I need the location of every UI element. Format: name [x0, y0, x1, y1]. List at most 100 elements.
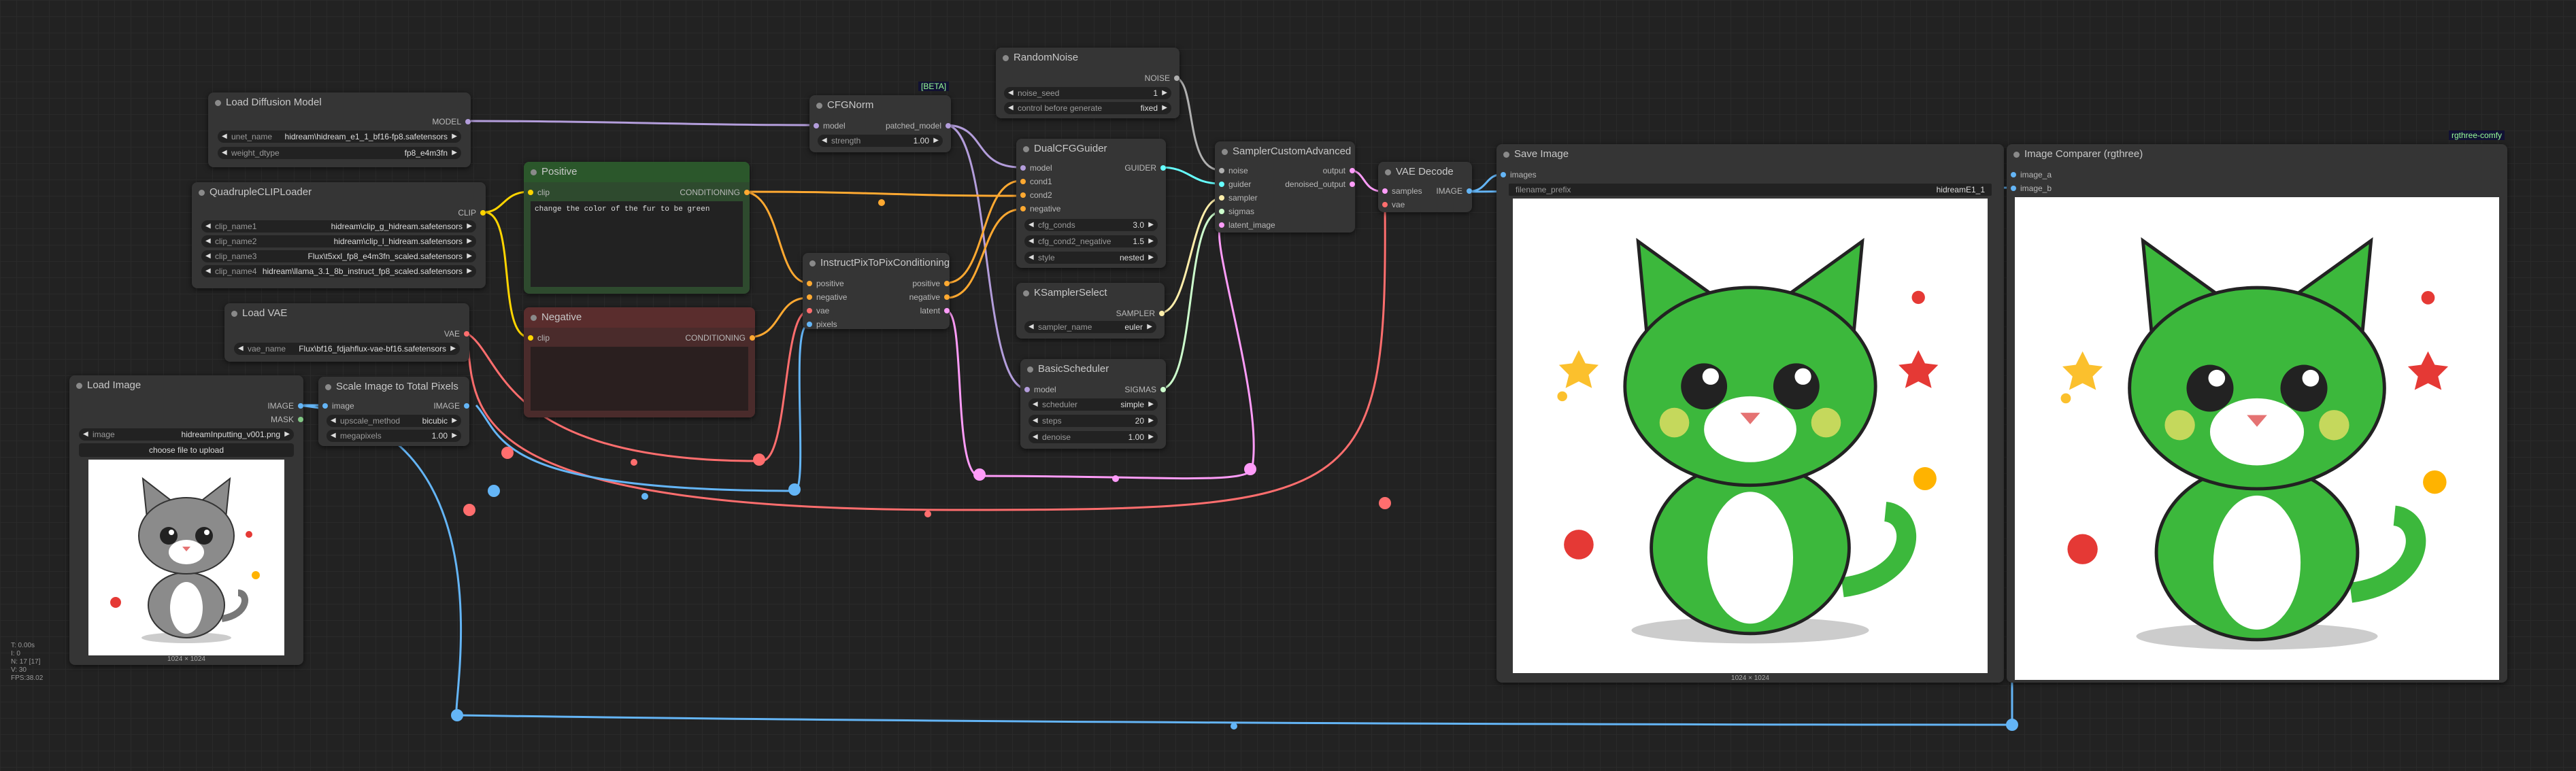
slot-dot[interactable] [1020, 165, 1026, 171]
arrow-right-icon[interactable]: ▶ [1148, 219, 1154, 231]
input-cond2[interactable]: cond2 [1020, 189, 1052, 201]
clip-name1-widget[interactable]: ◀ clip_name1 hidream\clip_g_hidream.safete… [201, 220, 476, 233]
reroute-node[interactable] [973, 468, 986, 481]
reroute-node[interactable] [501, 447, 514, 459]
output-image[interactable]: IMAGE [1436, 185, 1472, 197]
input-image-a[interactable]: image_a [2011, 169, 2052, 181]
collapse-dot[interactable] [1003, 55, 1009, 61]
clip-name2-widget[interactable]: ◀ clip_name2 hidream\clip_l_hidream.safete… [201, 235, 476, 247]
slot-dot[interactable] [528, 335, 533, 341]
reroute-dot[interactable] [924, 511, 931, 517]
slot-dot[interactable] [480, 210, 486, 216]
input-image[interactable]: image [322, 400, 354, 412]
arrow-right-icon[interactable]: ▶ [467, 235, 472, 247]
reroute-dot[interactable] [878, 199, 885, 206]
reroute-node[interactable] [451, 709, 463, 721]
node-title[interactable]: RandomNoise [996, 48, 1180, 68]
slot-dot[interactable] [322, 403, 328, 409]
slot-dot[interactable] [944, 294, 950, 300]
slot-dot[interactable] [1219, 168, 1224, 173]
slot-dot[interactable] [1219, 222, 1224, 228]
clip-name4-widget[interactable]: ◀ clip_name4 hidream\llama_3.1_8b_instruct… [201, 265, 476, 277]
reroute-node[interactable] [788, 483, 801, 496]
collapse-dot[interactable] [816, 103, 822, 109]
arrow-right-icon[interactable]: ▶ [284, 428, 290, 441]
ksampler-select-node[interactable]: KSamplerSelect SAMPLER ◀ sampler_name eule… [1016, 283, 1165, 339]
style-widget[interactable]: ◀ style nested ▶ [1024, 252, 1158, 264]
reroute-node[interactable] [1244, 463, 1256, 475]
slot-dot[interactable] [744, 190, 750, 195]
noise-seed-widget[interactable]: ◀ noise_seed 1 ▶ [1004, 87, 1171, 99]
weight-dtype-widget[interactable]: ◀ weight_dtype fp8_e4m3fn ▶ [218, 147, 461, 159]
node-title[interactable]: VAE Decode [1378, 162, 1472, 182]
arrow-right-icon[interactable]: ▶ [933, 135, 939, 147]
slot-dot[interactable] [1020, 206, 1026, 211]
comparer-image-preview[interactable] [2015, 197, 2499, 680]
arrow-right-icon[interactable]: ▶ [1148, 252, 1154, 264]
arrow-left-icon[interactable]: ◀ [1008, 87, 1014, 99]
denoise-widget[interactable]: ◀ denoise 1.00 ▶ [1028, 431, 1158, 443]
arrow-right-icon[interactable]: ▶ [467, 265, 472, 277]
arrow-right-icon[interactable]: ▶ [1147, 321, 1152, 333]
slot-dot[interactable] [1160, 165, 1166, 171]
input-model[interactable]: model [1024, 383, 1056, 396]
node-title[interactable]: InstructPixToPixConditioning [803, 253, 950, 273]
megapixels-widget[interactable]: ◀ megapixels 1.00 ▶ [327, 430, 461, 442]
slot-dot[interactable] [1467, 188, 1472, 194]
scheduler-widget[interactable]: ◀ scheduler simple ▶ [1028, 398, 1158, 411]
slot-dot[interactable] [1159, 311, 1165, 316]
slot-dot[interactable] [807, 281, 812, 286]
collapse-dot[interactable] [325, 384, 331, 390]
arrow-left-icon[interactable]: ◀ [331, 430, 336, 442]
reroute-node[interactable] [2006, 719, 2018, 731]
collapse-dot[interactable] [215, 100, 221, 106]
input-guider[interactable]: guider [1219, 178, 1251, 190]
output-model[interactable]: MODEL [432, 116, 471, 128]
input-cond1[interactable]: cond1 [1020, 175, 1052, 188]
arrow-left-icon[interactable]: ◀ [1028, 321, 1034, 333]
steps-widget[interactable]: ◀ steps 20 ▶ [1028, 415, 1158, 427]
clip-name3-widget[interactable]: ◀ clip_name3 Flux\t5xxl_fp8_e4m3fn_scaled.… [201, 250, 476, 262]
node-title[interactable]: Negative [524, 307, 755, 328]
input-sigmas[interactable]: sigmas [1219, 205, 1254, 218]
input-model[interactable]: model [814, 120, 846, 132]
output-sigmas[interactable]: SIGMAS [1124, 383, 1166, 396]
input-negative[interactable]: negative [807, 291, 847, 303]
slot-dot[interactable] [944, 308, 950, 313]
arrow-right-icon[interactable]: ▶ [1148, 235, 1154, 247]
output-patched-model[interactable]: patched_model [886, 120, 951, 132]
slot-dot[interactable] [1020, 192, 1026, 198]
input-positive[interactable]: positive [807, 277, 844, 290]
arrow-left-icon[interactable]: ◀ [331, 415, 336, 427]
output-positive[interactable]: positive [912, 277, 950, 290]
slot-dot[interactable] [465, 119, 471, 124]
reroute-dot[interactable] [1231, 723, 1237, 730]
node-title[interactable]: Image Comparer (rgthree) [2007, 144, 2507, 165]
reroute-node[interactable] [488, 485, 500, 497]
node-title[interactable]: DualCFGGuider [1016, 139, 1166, 159]
collapse-dot[interactable] [199, 190, 205, 196]
arrow-right-icon[interactable]: ▶ [1162, 102, 1167, 114]
input-model[interactable]: model [1020, 162, 1052, 174]
slot-dot[interactable] [944, 281, 950, 286]
reroute-node[interactable] [1379, 497, 1391, 509]
arrow-right-icon[interactable]: ▶ [452, 430, 457, 442]
arrow-left-icon[interactable]: ◀ [1008, 102, 1014, 114]
slot-dot[interactable] [298, 417, 303, 422]
slot-dot[interactable] [807, 294, 812, 300]
input-noise[interactable]: noise [1219, 165, 1248, 177]
collapse-dot[interactable] [1385, 169, 1391, 175]
arrow-left-icon[interactable]: ◀ [1028, 235, 1034, 247]
output-noise[interactable]: NOISE [1145, 72, 1180, 84]
slot-dot[interactable] [464, 403, 469, 409]
slot-dot[interactable] [1174, 75, 1180, 81]
input-vae[interactable]: vae [1382, 199, 1405, 211]
input-images[interactable]: images [1501, 169, 1537, 181]
arrow-left-icon[interactable]: ◀ [205, 220, 211, 233]
input-clip[interactable]: clip [528, 332, 550, 344]
node-title[interactable]: QuadrupleCLIPLoader [192, 182, 486, 203]
output-image[interactable]: IMAGE [267, 400, 303, 412]
node-title[interactable]: CFGNorm [809, 95, 951, 116]
slot-dot[interactable] [750, 335, 755, 341]
load-image-node[interactable]: Load Image IMAGE MASK ◀ image hidreamInput… [69, 375, 303, 665]
